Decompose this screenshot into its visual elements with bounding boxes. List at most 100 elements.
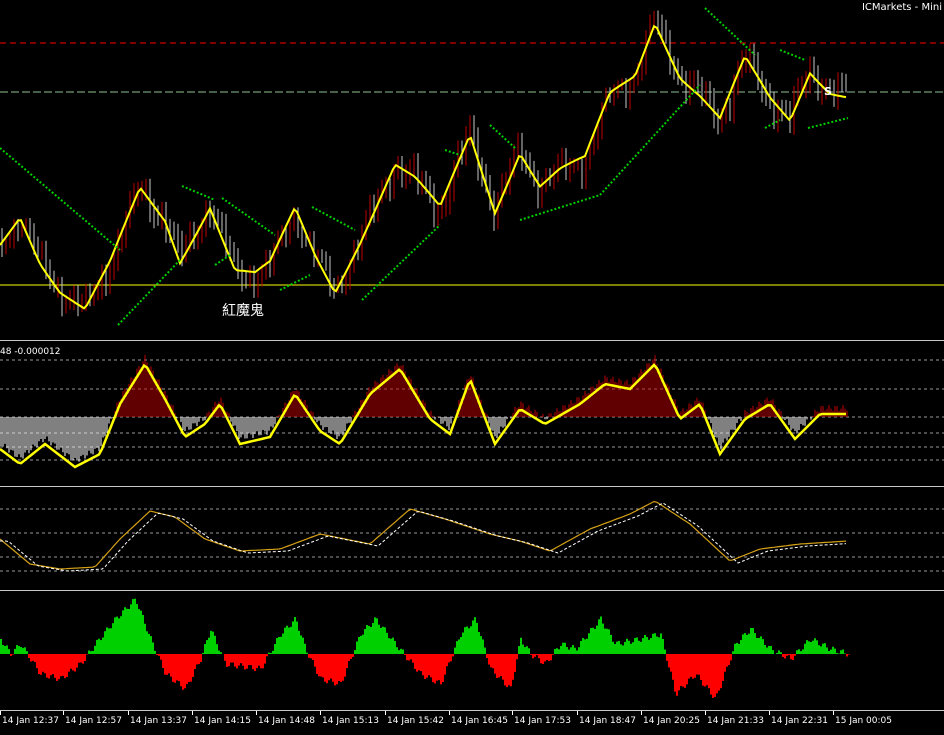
histogram-bar — [148, 633, 150, 654]
histogram-bar — [558, 649, 560, 654]
histogram-bar — [696, 654, 698, 675]
histogram-bar — [220, 652, 222, 654]
histogram-bar — [406, 654, 408, 661]
histogram-bar — [730, 654, 732, 661]
histogram-bar — [224, 654, 226, 661]
histogram-bar — [264, 654, 266, 664]
histogram-bar — [762, 639, 764, 654]
histogram-bar — [184, 654, 186, 689]
histogram-bar — [744, 633, 746, 654]
histogram-bar — [426, 654, 428, 678]
histogram-bar — [738, 643, 740, 654]
histogram-bar — [256, 654, 258, 669]
histogram-bar — [732, 651, 734, 654]
histogram-bar — [546, 654, 548, 661]
histogram-bar — [30, 654, 32, 662]
histogram-bar — [266, 654, 268, 657]
histogram-bar — [828, 650, 830, 654]
histogram-bar — [490, 654, 492, 668]
histogram-bar — [520, 637, 522, 654]
histogram-bar — [78, 654, 80, 663]
histogram-bar — [658, 637, 660, 654]
histogram-bar — [832, 646, 834, 654]
histogram-bar — [348, 654, 350, 662]
histogram-bar — [816, 640, 818, 654]
histogram-bar — [358, 637, 360, 654]
oscillator-pane-1[interactable]: 48 -0.000012 — [0, 343, 944, 485]
histogram-bar — [106, 627, 108, 654]
time-tick-mark — [128, 711, 129, 715]
histogram-bar — [366, 625, 368, 654]
histogram-bar — [522, 644, 524, 654]
histogram-bar — [776, 652, 778, 654]
histogram-bar — [704, 654, 706, 687]
histogram-bar — [506, 654, 508, 688]
histogram-bar — [596, 625, 598, 654]
histogram-bar — [76, 654, 78, 668]
time-tick-label: 14 Jan 22:31 — [771, 716, 828, 726]
histogram-pane[interactable] — [0, 593, 944, 710]
price-chart-pane[interactable]: S ICMarkets - Mini 紅魔鬼 — [0, 0, 944, 340]
histogram-bar — [322, 654, 324, 678]
histogram-bar — [382, 626, 384, 654]
histogram-bar — [748, 633, 750, 654]
histogram-bar — [600, 616, 602, 654]
histogram-bar — [734, 643, 736, 654]
pane-divider[interactable] — [0, 486, 944, 487]
histogram-bar — [680, 654, 682, 687]
histogram-bar — [272, 650, 274, 654]
histogram-bar — [120, 616, 122, 654]
histogram-bar — [504, 654, 506, 686]
histogram-bar — [754, 633, 756, 654]
time-tick-label: 14 Jan 20:25 — [643, 716, 700, 726]
pane-divider[interactable] — [0, 590, 944, 591]
time-tick-label: 14 Jan 12:57 — [65, 716, 122, 726]
histogram-bar — [608, 629, 610, 654]
histogram-bar — [254, 654, 256, 672]
histogram-bar — [638, 640, 640, 654]
histogram-bar — [802, 649, 804, 654]
histogram-bar — [580, 640, 582, 654]
histogram-bar — [834, 648, 836, 654]
histogram-bar — [590, 628, 592, 654]
histogram-bar — [62, 654, 64, 676]
histogram-bar — [470, 626, 472, 654]
histogram-bar — [572, 645, 574, 654]
histogram-bar — [684, 654, 686, 688]
time-tick-mark — [769, 711, 770, 715]
histogram-bar — [80, 654, 82, 663]
histogram-bar — [384, 627, 386, 654]
histogram-bar — [842, 649, 844, 654]
histogram-bar — [514, 654, 516, 672]
trend-line — [807, 117, 849, 129]
histogram-bar — [810, 641, 812, 654]
histogram-bar — [820, 646, 822, 654]
histogram-bar — [632, 642, 634, 654]
time-tick-mark — [641, 711, 642, 715]
histogram-bar — [8, 649, 10, 654]
histogram-bar — [244, 654, 246, 670]
pane-divider[interactable] — [0, 340, 944, 341]
histogram-bar — [398, 650, 400, 654]
histogram-bar — [500, 654, 502, 677]
histogram-bar — [252, 654, 254, 670]
histogram-bar — [750, 627, 752, 654]
oscillator-pane-2[interactable] — [0, 489, 944, 589]
histogram-bar — [622, 645, 624, 654]
histogram-bar — [512, 654, 514, 680]
histogram-bar — [228, 654, 230, 667]
histogram-bar — [346, 654, 348, 669]
histogram-bar — [710, 654, 712, 695]
histogram-bar — [782, 654, 784, 658]
histogram-bar — [714, 654, 716, 697]
histogram-bar — [788, 654, 790, 656]
histogram-bar — [502, 654, 504, 680]
histogram-bar — [98, 638, 100, 654]
price-chart: S — [0, 7, 944, 326]
histogram-bar — [70, 654, 72, 669]
histogram-bar — [280, 636, 282, 654]
histogram-bar — [236, 654, 238, 669]
histogram-bar — [640, 641, 642, 654]
histogram-bar — [538, 654, 540, 659]
histogram-bar — [482, 639, 484, 654]
